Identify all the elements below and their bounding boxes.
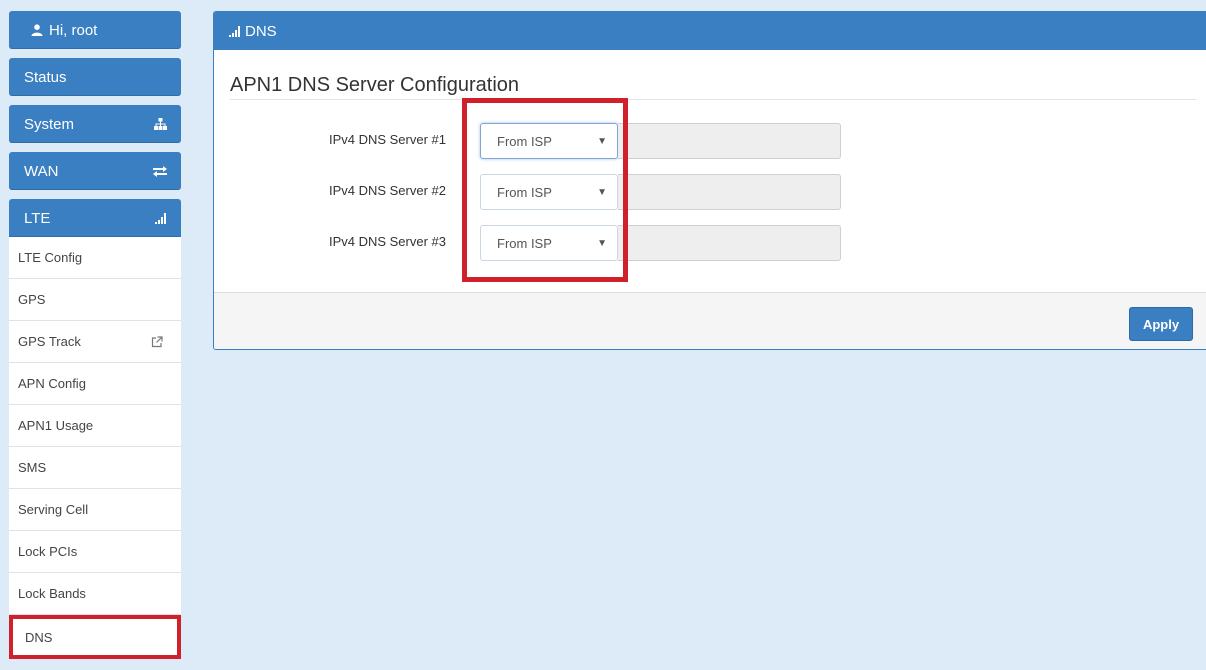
sidebar-item-lock-pcis[interactable]: Lock PCIs — [9, 531, 181, 573]
sidebar-item-label: GPS — [18, 292, 46, 307]
signal-bars-icon — [229, 25, 240, 37]
exchange-arrows-icon — [153, 165, 167, 177]
dns-server-3-input[interactable] — [618, 225, 841, 261]
dns-server-2-label: IPv4 DNS Server #2 — [328, 183, 446, 198]
panel-footer: Apply — [214, 292, 1206, 349]
sidebar-item-apn1-usage[interactable]: APN1 Usage — [9, 405, 181, 447]
external-link-icon — [151, 335, 163, 347]
sidebar-item-label: Serving Cell — [18, 502, 89, 517]
panel-title: DNS — [245, 22, 277, 40]
dns-server-1-label: IPv4 DNS Server #1 — [328, 132, 446, 147]
user-icon — [31, 24, 43, 36]
sidebar-item-gps-track[interactable]: GPS Track — [9, 321, 181, 363]
sidebar-item-serving-cell[interactable]: Serving Cell — [9, 489, 181, 531]
signal-bars-icon — [155, 212, 166, 224]
sidebar-item-label: APN1 Usage — [18, 418, 94, 433]
dns-server-row-1: IPv4 DNS Server #1 From ISP ▼ — [214, 123, 1206, 159]
sidebar-item-lte-config[interactable]: LTE Config — [9, 237, 181, 279]
title-divider — [230, 99, 1196, 100]
sidebar-section-system-label: System — [24, 115, 75, 133]
sidebar-item-label: LTE Config — [18, 250, 83, 265]
panel-header: DNS — [214, 12, 1206, 50]
sidebar-item-label: DNS — [25, 629, 53, 645]
sidebar-item-label: GPS Track — [18, 334, 81, 349]
dropdown-arrow-icon: ▼ — [597, 135, 607, 147]
dns-server-row-2: IPv4 DNS Server #2 From ISP ▼ — [214, 174, 1206, 210]
sidebar-item-label: APN Config — [18, 376, 86, 391]
section-title: APN1 DNS Server Configuration — [230, 74, 520, 96]
lte-submenu: LTE Config GPS GPS Track APN Config APN1… — [9, 237, 181, 659]
dns-server-1-input[interactable] — [618, 123, 841, 159]
sidebar-item-label: Lock PCIs — [18, 544, 78, 559]
sidebar-section-lte-label: LTE — [24, 209, 51, 227]
sidebar-section-system[interactable]: System — [9, 105, 181, 143]
dns-server-3-select-value: From ISP — [497, 235, 552, 251]
sidebar-section-status[interactable]: Status — [9, 58, 181, 96]
dns-server-2-input[interactable] — [618, 174, 841, 210]
sidebar-section-wan[interactable]: WAN — [9, 152, 181, 190]
user-menu[interactable]: Hi, root — [9, 11, 181, 49]
sidebar-item-gps[interactable]: GPS — [9, 279, 181, 321]
dns-server-row-3: IPv4 DNS Server #3 From ISP ▼ — [214, 225, 1206, 261]
dropdown-arrow-icon: ▼ — [597, 237, 607, 249]
sidebar-item-label: Lock Bands — [18, 586, 86, 601]
dns-server-3-label: IPv4 DNS Server #3 — [328, 234, 446, 249]
sidebar-section-wan-label: WAN — [24, 162, 59, 180]
dns-panel: DNS APN1 DNS Server Configuration IPv4 D… — [213, 11, 1206, 350]
sidebar-item-dns[interactable]: DNS — [9, 615, 181, 659]
dns-server-1-select-value: From ISP — [497, 133, 552, 149]
sitemap-icon — [154, 118, 167, 130]
dns-server-1-select[interactable]: From ISP ▼ — [480, 123, 618, 159]
dns-server-2-select[interactable]: From ISP ▼ — [480, 174, 618, 210]
sidebar-item-sms[interactable]: SMS — [9, 447, 181, 489]
dns-server-3-select[interactable]: From ISP ▼ — [480, 225, 618, 261]
sidebar-section-status-label: Status — [24, 68, 67, 86]
sidebar-item-label: SMS — [18, 460, 47, 475]
sidebar: Hi, root Status System WAN LTE LTE Confi… — [9, 11, 181, 659]
dropdown-arrow-icon: ▼ — [597, 186, 607, 198]
sidebar-section-lte[interactable]: LTE — [9, 199, 181, 237]
sidebar-item-lock-bands[interactable]: Lock Bands — [9, 573, 181, 615]
apply-button[interactable]: Apply — [1129, 307, 1193, 341]
dns-server-2-select-value: From ISP — [497, 184, 552, 200]
user-greeting: Hi, root — [49, 21, 98, 39]
sidebar-item-apn-config[interactable]: APN Config — [9, 363, 181, 405]
